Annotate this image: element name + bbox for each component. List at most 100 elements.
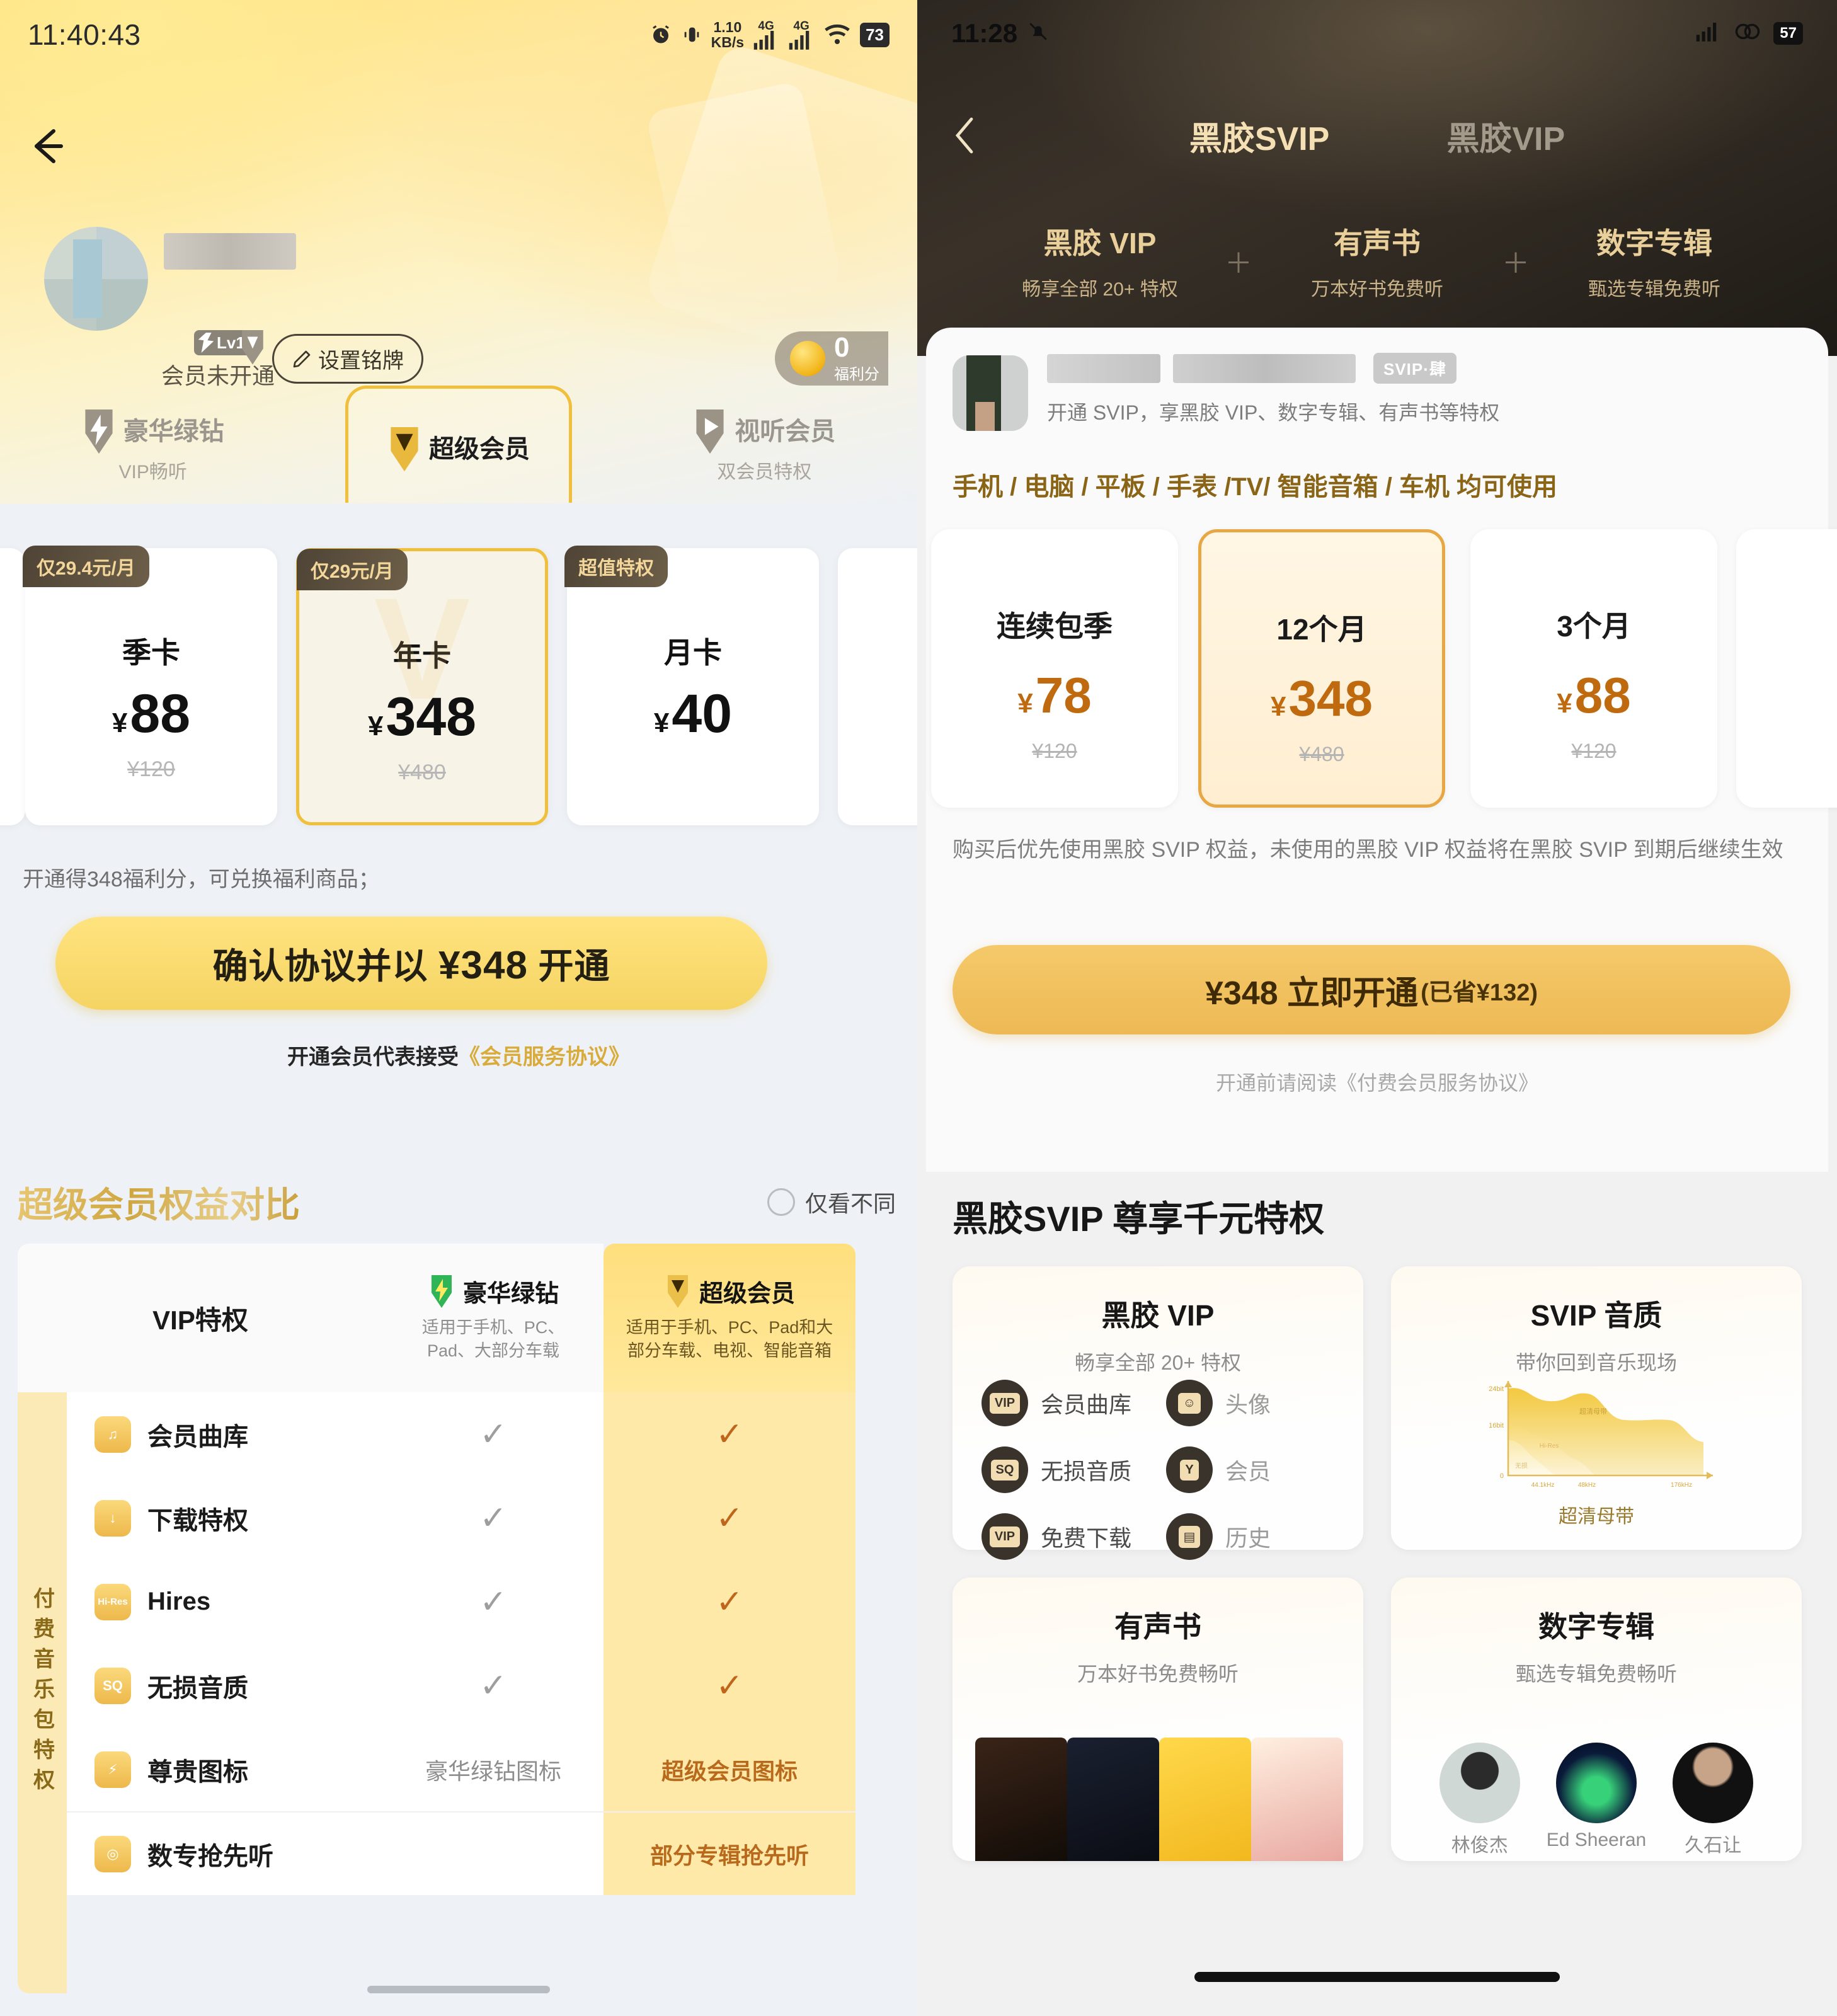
book-cover: [1159, 1738, 1251, 1861]
dual-screenshot: 11:40:43 1.10 KB/s 4G 4G 73 Lv1 设置铭牌 会员未…: [0, 0, 1837, 2016]
area-chart: 24bit 16bit 0 44.1kHz 48kHz 176kHz 超清母带 …: [1489, 1381, 1713, 1489]
music-note-icon: ♫: [94, 1416, 131, 1453]
table-row: ♫ 会员曲库 ✓ ✓: [67, 1392, 856, 1476]
benefit-summary-row: 黑胶 VIP 畅享全部 20+ 特权 ＋ 有声书 万本好书免费听 ＋ 数字专辑 …: [917, 220, 1837, 301]
sim2-signal: 4G: [788, 20, 815, 50]
benefit-item: 有声书 万本好书免费听: [1311, 227, 1443, 300]
crown-v-icon: [387, 427, 421, 472]
tab-heijiao-svip[interactable]: 黑胶SVIP: [1189, 112, 1330, 159]
audio-quality-chart: 24bit 16bit 0 44.1kHz 48kHz 176kHz 超清母带 …: [1391, 1370, 1802, 1528]
plus-icon: ＋: [1225, 248, 1252, 279]
plan-tag: 仅29.4元/月: [23, 546, 149, 587]
battery-indicator: 57: [1773, 21, 1803, 45]
feature-cell: ♫ 会员曲库: [67, 1392, 383, 1476]
green-diamond-cell: 豪华绿钻图标: [383, 1727, 604, 1811]
welfare-score[interactable]: 0 福利分: [775, 331, 888, 386]
back-button[interactable]: [953, 117, 978, 154]
left-scroll-indicator[interactable]: [367, 1986, 550, 1993]
tab-av-member[interactable]: 视听会员 双会员特权: [612, 391, 917, 503]
green-diamond-cell: [383, 1813, 604, 1895]
home-indicator: [1194, 1972, 1560, 1982]
link-icon: [1734, 21, 1761, 45]
feature-cell: ⚡ 尊贵图标: [67, 1727, 383, 1811]
tab-luxury-green-diamond[interactable]: 豪华绿钻 VIP畅听: [0, 391, 306, 503]
list-item: 林俊杰: [1439, 1743, 1520, 1857]
book-cover: [1251, 1738, 1343, 1861]
avatar[interactable]: [953, 355, 1028, 431]
audiobook-covers: [975, 1738, 1343, 1861]
svg-text:24bit: 24bit: [1489, 1385, 1504, 1393]
plan-card-auto-quarter[interactable]: 连续包季 ¥78 ¥120: [931, 529, 1178, 808]
only-differences-label: 仅看不同: [804, 1191, 896, 1217]
plan-card-12-months[interactable]: 12个月 ¥348 ¥480: [1198, 529, 1445, 808]
agreement-link[interactable]: 开通前请阅读《付费会员服务协议》: [917, 1067, 1837, 1096]
cta-main-label: ¥348 立即开通: [1205, 975, 1419, 1012]
list-item: ▤ 历史: [1166, 1513, 1351, 1560]
right-plan-rail[interactable]: 连续包季 ¥78 ¥120 12个月 ¥348 ¥480 3个月 ¥88 ¥12…: [917, 514, 1837, 810]
privilege-card-svip-quality[interactable]: SVIP 音质 带你回到音乐现场 24bit 16bit 0 44.1kHz 4…: [1391, 1266, 1802, 1550]
feature-cell: ↓ 下载特权: [67, 1476, 383, 1560]
plan-card-prev[interactable]: [0, 548, 25, 825]
plan-card-next[interactable]: ¥: [1736, 529, 1837, 808]
table-rows: ♫ 会员曲库 ✓ ✓ ↓ 下载特权 ✓ ✓ Hi-Res Hires ✓ ✓ S…: [67, 1392, 856, 1993]
svg-text:0: 0: [1500, 1472, 1504, 1480]
right-user-row: SVIP·肆 开通 SVIP，享黑胶 VIP、数字专辑、有声书等特权: [953, 350, 1797, 445]
privilege-card-digital-album[interactable]: 数字专辑 甄选专辑免费畅听 林俊杰 Ed Sheeran 久石让: [1391, 1578, 1802, 1861]
user-subtitle: 开通 SVIP，享黑胶 VIP、数字专辑、有声书等特权: [1047, 401, 1500, 424]
download-icon: ↓: [94, 1499, 131, 1537]
set-plate-button[interactable]: 设置铭牌: [272, 334, 423, 384]
privilege-card-grid: 黑胶 VIP 畅享全部 20+ 特权 VIP 会员曲库 ☺ 头像 SQ 无损音质…: [953, 1266, 1802, 1889]
agreement-link[interactable]: 《会员服务协议》: [459, 1045, 630, 1069]
table-row: ◎ 数专抢先听 部分专辑抢先听: [67, 1811, 856, 1895]
network-speed: 1.10 KB/s: [711, 18, 745, 50]
plan-title: 月卡: [664, 636, 722, 669]
svg-text:Hi-Res: Hi-Res: [1540, 1443, 1559, 1450]
radio-icon[interactable]: [767, 1188, 795, 1216]
green-diamond-icon: [428, 1274, 455, 1308]
card-title: 数字专辑: [1538, 1610, 1654, 1643]
tab-heijiao-vip[interactable]: 黑胶VIP: [1446, 112, 1565, 159]
plan-card-next[interactable]: [838, 548, 917, 825]
plan-original-price: ¥480: [398, 760, 446, 784]
plan-tag: 仅29元/月: [297, 549, 408, 590]
feature-cell: Hi-Res Hires: [67, 1560, 383, 1644]
plan-card-3-months[interactable]: 3个月 ¥88 ¥120: [1470, 529, 1717, 808]
comparison-table: VIP特权 豪华绿钻 适用于手机、PC、Pad、大部分车载 超级会员 适用于手机…: [18, 1244, 856, 1993]
membership-tabs: 豪华绿钻 VIP畅听 超级会员 视听会员 双会员特权: [0, 386, 917, 503]
privilege-card-vip[interactable]: 黑胶 VIP 畅享全部 20+ 特权 VIP 会员曲库 ☺ 头像 SQ 无损音质…: [953, 1266, 1363, 1560]
plan-card-quarter[interactable]: 仅29.4元/月 季卡 ¥88 ¥120: [23, 546, 277, 825]
tab-sublabel: 双会员特权: [717, 462, 812, 483]
list-item: ☺ 头像: [1166, 1380, 1351, 1426]
plan-card-monthly[interactable]: 超值特权 月卡 ¥40: [564, 546, 819, 825]
tab-label: 视听会员: [735, 418, 836, 445]
benefit-item: 黑胶 VIP 畅享全部 20+ 特权: [1022, 227, 1178, 300]
list-item: VIP 会员曲库: [981, 1380, 1166, 1426]
nickname-masked: [164, 233, 296, 270]
membership-status: 会员未开通: [161, 363, 275, 389]
member-icon: Y: [1166, 1446, 1213, 1493]
super-member-cell: ✓: [604, 1560, 856, 1644]
cta-savings-label: (已省¥132): [1421, 979, 1538, 1006]
plan-title: 3个月: [1557, 610, 1631, 643]
privilege-card-audiobook[interactable]: 有声书 万本好书免费畅听: [953, 1578, 1363, 1861]
plan-price: ¥348: [1271, 670, 1373, 726]
right-status-bar: 11:28 57: [917, 0, 1837, 66]
plan-card-annual[interactable]: V 仅29元/月 年卡 ¥348 ¥480: [296, 548, 548, 825]
feature-list: VIP 会员曲库 ☺ 头像 SQ 无损音质 Y 会员 VIP 免费下载 ▤ 历史: [981, 1380, 1351, 1560]
left-plan-rail[interactable]: 仅29.4元/月 季卡 ¥88 ¥120 V 仅29元/月 年卡 ¥348 ¥4…: [0, 533, 917, 829]
plan-original-price: ¥120: [1032, 740, 1077, 762]
svg-text:44.1kHz: 44.1kHz: [1531, 1482, 1555, 1489]
avatar[interactable]: [44, 227, 148, 331]
right-nav-bar: 黑胶SVIP 黑胶VIP: [917, 101, 1837, 170]
super-member-cell: ✓: [604, 1644, 856, 1727]
subscribe-now-button[interactable]: ¥348 立即开通 (已省¥132): [953, 945, 1790, 1034]
confirm-subscribe-button[interactable]: 确认协议并以 ¥348 开通: [55, 917, 767, 1010]
tab-super-member[interactable]: 超级会员: [306, 386, 611, 503]
lightning-icon: [198, 333, 214, 353]
sim1-signal: 4G: [753, 20, 779, 50]
back-button[interactable]: [25, 123, 71, 169]
free-download-icon: VIP: [981, 1513, 1028, 1560]
plan-tag: 超值特权: [564, 546, 668, 587]
only-differences-toggle[interactable]: 仅看不同: [767, 1186, 896, 1218]
feature-cell: ◎ 数专抢先听: [67, 1813, 383, 1895]
